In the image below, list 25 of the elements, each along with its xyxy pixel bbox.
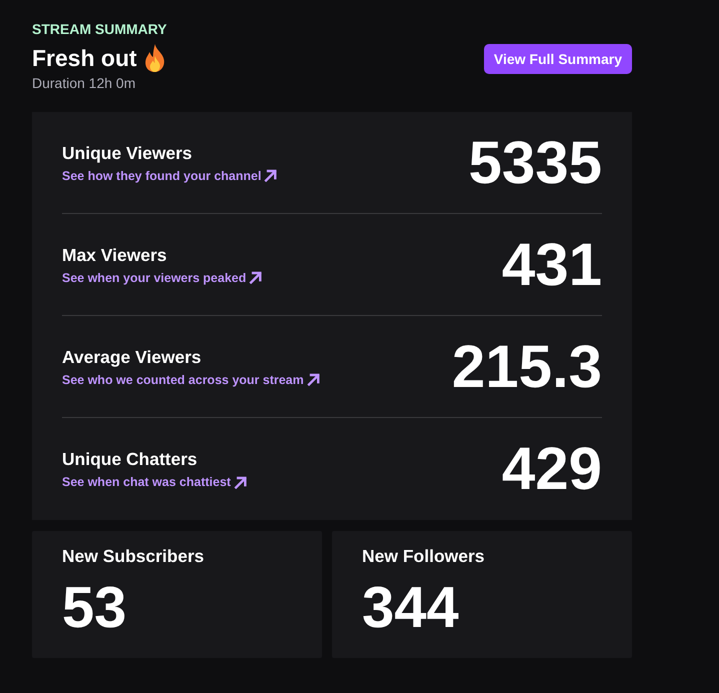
metric-label: Unique Viewers [62,142,194,164]
fire-icon [142,44,167,72]
metric-link[interactable]: See when chat was chattiest [62,474,247,490]
metric-link[interactable]: See who we counted across your stream [62,372,320,388]
stream-duration: Duration 12h 0m [32,74,137,92]
metric-value: 5335 [468,130,602,194]
stream-title: Fresh out [32,44,137,73]
arrow-icon [306,373,320,386]
metric-label: Unique Chatters [62,448,198,470]
metric-label: Average Viewers [62,346,202,368]
view-summary-button[interactable]: View Full Summary [484,44,632,74]
metric-value: 215.3 [452,334,602,398]
stat-label: New Followers [362,545,486,567]
metric-value: 429 [502,437,602,501]
metric-link[interactable]: See when your viewers peaked [62,270,262,286]
metric-link[interactable]: See how they found your channel [62,168,278,184]
metric-label: Max Viewers [62,244,168,266]
section-eyebrow: STREAM SUMMARY [32,20,167,38]
arrow-icon [249,271,262,284]
stat-label: New Subscribers [62,545,205,567]
metric-value: 431 [502,232,602,296]
stat-value: 344 [362,577,460,639]
arrow-icon [234,476,247,488]
stat-value: 53 [62,577,128,639]
arrow-icon [264,169,278,182]
